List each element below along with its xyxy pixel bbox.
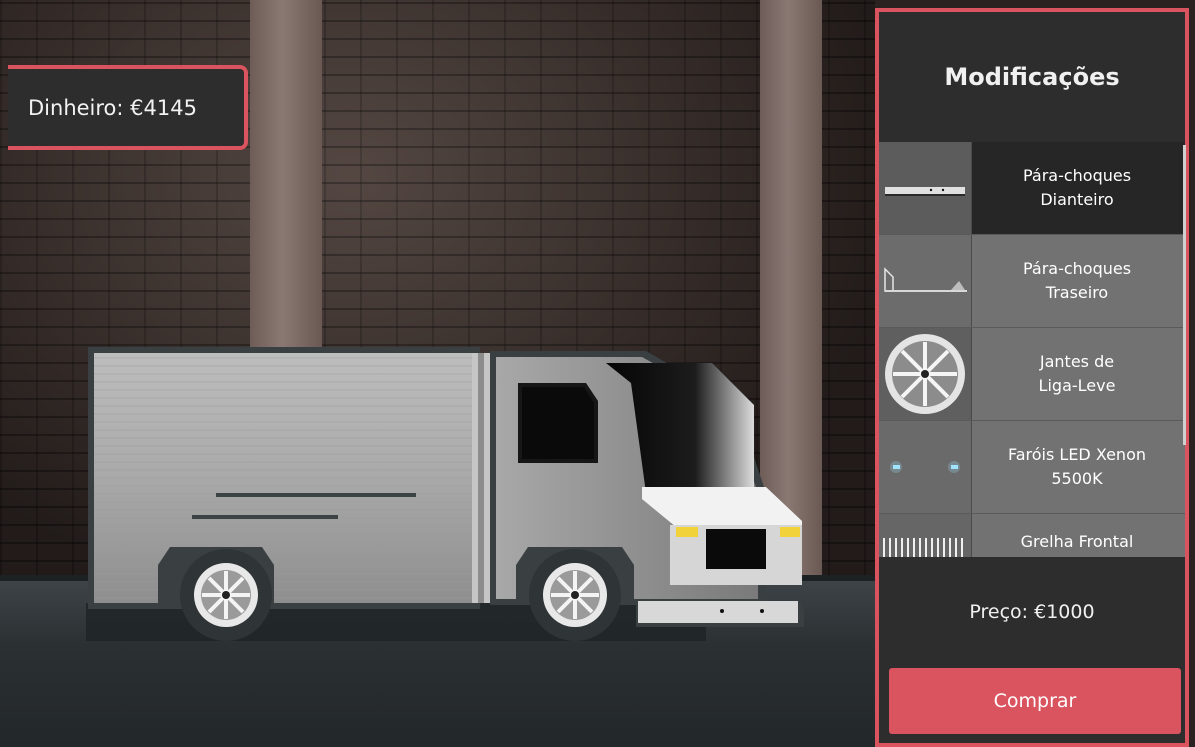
delivery-van [86,347,804,641]
money-display: Dinheiro: €4145 [8,65,248,150]
front-wheel [529,549,621,641]
front-grille-icon [883,538,963,557]
rear-wheel [180,549,272,641]
price-text: Preço: €1000 [969,601,1095,623]
mod-item-label: Faróis LED Xenon 5500K [1007,445,1146,488]
rear-bumper-icon [884,267,967,292]
mod-item-label: Jantes de Liga-Leve [1038,352,1116,395]
list-scrollbar[interactable] [1183,145,1186,445]
buy-button[interactable]: Comprar [889,668,1181,734]
modifications-panel: Modificações Pára-choques Dianteiro Pára… [875,8,1189,747]
alloy-wheel-icon [885,334,965,414]
mod-item-rear-bumper[interactable]: Pára-choques Traseiro [879,235,1185,328]
mod-item-label: Grelha Frontal [1020,532,1134,551]
mod-item-front-bumper[interactable]: Pára-choques Dianteiro [879,142,1185,235]
modifications-list[interactable]: Pára-choques Dianteiro Pára-choques Tras… [879,142,1185,557]
mod-item-xenon-headlights[interactable]: Faróis LED Xenon 5500K [879,421,1185,514]
xenon-headlights-icon [890,461,960,473]
mod-item-front-grille[interactable]: Grelha Frontal [879,514,1185,557]
mod-item-label: Pára-choques Traseiro [1022,259,1132,302]
panel-title: Modificações [944,63,1120,91]
mod-item-alloy-wheels[interactable]: Jantes de Liga-Leve [879,328,1185,421]
mod-item-label: Pára-choques Dianteiro [1022,166,1132,209]
front-bumper-icon [885,187,965,196]
money-text: Dinheiro: €4145 [28,95,197,120]
